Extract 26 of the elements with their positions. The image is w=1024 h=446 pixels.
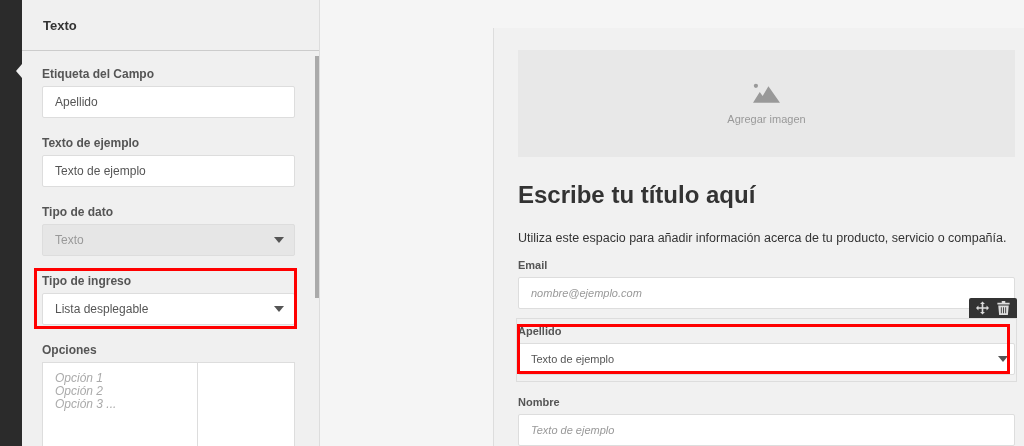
image-placeholder[interactable]: Agregar imagen: [518, 50, 1015, 157]
trash-icon[interactable]: [997, 301, 1010, 315]
dropdown-field[interactable]: Lista desplegable: [42, 293, 295, 325]
field-label: Nombre: [518, 396, 561, 408]
form-title: Escribe tu título aquí: [518, 181, 757, 209]
caret-icon: [274, 237, 284, 243]
caret-icon: [274, 306, 284, 312]
field-label: Apellido: [518, 325, 563, 337]
field-label: Texto de ejemplo: [42, 136, 141, 150]
text-field[interactable]: nombre@ejemplo.com: [518, 277, 1015, 309]
scrollbar[interactable]: [315, 56, 319, 298]
image-icon: [753, 82, 780, 103]
move-icon[interactable]: [976, 301, 989, 315]
field-label: Opciones: [42, 343, 98, 357]
field-label: Tipo de dato: [42, 205, 115, 219]
panel-title: Texto: [43, 17, 77, 33]
field-label: Email: [518, 259, 549, 271]
options-field[interactable]: Opción 1 Opción 2 Opción 3 ...: [42, 362, 295, 446]
image-caption: Agregar imagen: [727, 112, 806, 125]
text-field[interactable]: Texto de ejemplo: [42, 155, 295, 187]
field-label: Tipo de ingreso: [42, 274, 133, 288]
form-description: Utiliza este espacio para añadir información acerca de tu producto, servicio o compañía.: [518, 231, 1008, 245]
caret-icon: [998, 356, 1008, 362]
text-field[interactable]: Texto de ejemplo: [518, 414, 1015, 446]
field-label: Etiqueta del Campo: [42, 67, 155, 81]
text-field[interactable]: Apellido: [42, 86, 295, 118]
